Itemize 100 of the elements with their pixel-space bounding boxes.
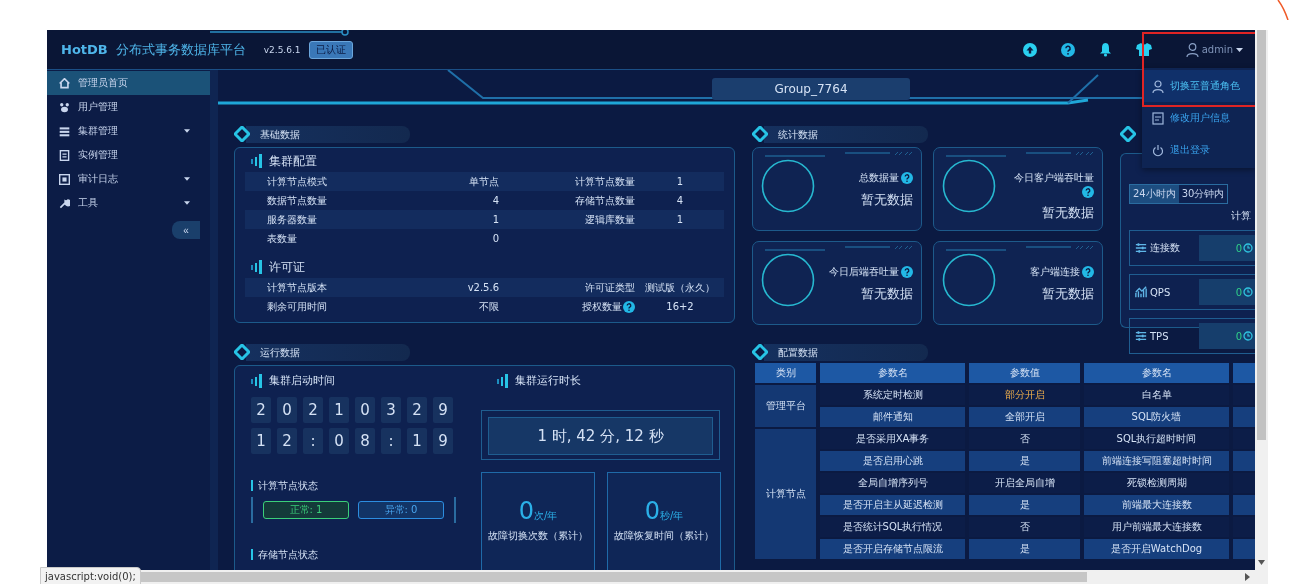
table-cell: 否 xyxy=(969,429,1080,449)
field-label: 数据节点数量 xyxy=(267,193,328,208)
table-cell: 是否启用心跳 xyxy=(820,451,965,471)
table-cell: 是否采用XA事务 xyxy=(820,429,965,449)
column-header: 参数名 xyxy=(1084,363,1229,383)
digit-tile: 9 xyxy=(433,397,453,423)
status-button[interactable]: 异常: 0 xyxy=(358,501,444,519)
sidebar-item[interactable]: 管理员首页 xyxy=(47,71,210,95)
field-label: 授权数量 xyxy=(582,299,622,314)
table-cell: 用户前端最大连接数 xyxy=(1084,517,1229,537)
help-icon[interactable] xyxy=(1060,42,1075,57)
sidebar-item[interactable]: 集群管理 xyxy=(47,119,210,143)
menu-item[interactable]: 退出登录 xyxy=(1142,134,1255,166)
menu-item[interactable]: 切换至普通角色 xyxy=(1142,70,1255,102)
diamond-icon xyxy=(234,344,250,360)
fault-unit: 次/年 xyxy=(533,510,558,523)
ring-icon xyxy=(942,253,996,307)
home-icon xyxy=(59,77,70,89)
user-icon xyxy=(1185,42,1199,57)
metric-label: TPS xyxy=(1150,330,1169,342)
digit-tile: : xyxy=(303,428,323,454)
field-value: 4 xyxy=(675,195,685,206)
column-header: 类别 xyxy=(755,363,816,383)
table-cell: 白名单 xyxy=(1084,385,1229,405)
table-cell: 是 xyxy=(969,539,1080,559)
sidebar-item[interactable]: 用户管理 xyxy=(47,95,210,119)
upload-icon[interactable] xyxy=(1022,42,1037,57)
field-value: 4 xyxy=(491,195,499,206)
tab[interactable]: 30分钟内 xyxy=(1178,185,1228,203)
field-label: 许可证类型 xyxy=(584,280,635,295)
field-value: 16+2 xyxy=(665,301,695,312)
fault-label: 故障恢复时间（累计） xyxy=(614,529,714,543)
digit-tile: 2 xyxy=(251,397,271,423)
section-title: 基础数据 xyxy=(246,125,410,143)
panel-heading: 集群启动时间 xyxy=(269,374,335,388)
stat-value: 暂无数据 xyxy=(861,191,913,209)
table-cell: 部分开启 xyxy=(969,385,1080,405)
stat-label: 客户端连接 xyxy=(1030,265,1080,279)
tab[interactable]: 24小时内 xyxy=(1130,185,1179,203)
diamond-icon xyxy=(752,344,768,360)
group-label: Group_7764 xyxy=(712,78,910,100)
bars-icon xyxy=(251,260,263,274)
digit-tile: 9 xyxy=(433,428,453,454)
sidebar-item[interactable]: 实例管理 xyxy=(47,143,210,167)
field-label: 表数量 xyxy=(267,231,298,246)
sidebar-item[interactable]: 工具 xyxy=(47,191,210,215)
table-cell: 是否开启WatchDog xyxy=(1084,539,1229,559)
ring-icon xyxy=(942,159,996,213)
table-cell: 死锁检测周期 xyxy=(1084,473,1229,493)
uptime-value: 1 时, 42 分, 12 秒 xyxy=(488,417,713,455)
status-button[interactable]: 正常: 1 xyxy=(263,501,349,519)
field-value: 1 xyxy=(675,176,685,187)
verified-badge: 已认证 xyxy=(308,40,353,59)
digit-tile: 2 xyxy=(303,397,323,423)
clock-icon xyxy=(1243,331,1253,341)
stat-label: 总数据量 xyxy=(859,171,899,185)
table-cell: 是 xyxy=(969,495,1080,515)
table-cell: 是否开启主从延迟检测 xyxy=(820,495,965,515)
help-icon xyxy=(623,300,635,313)
digit-tile: 0 xyxy=(355,397,375,423)
sliders-icon xyxy=(1135,330,1147,342)
clock-icon xyxy=(1243,287,1253,297)
menu-item[interactable]: 修改用户信息 xyxy=(1142,102,1255,134)
metric-value: 0 xyxy=(1235,330,1242,342)
stat-value: 暂无数据 xyxy=(1042,285,1094,303)
metric-label: 连接数 xyxy=(1150,241,1180,255)
table-cell: 前端最大连接数 xyxy=(1084,495,1229,515)
field-label: 计算节点模式 xyxy=(267,174,328,189)
panel-heading: 计算 xyxy=(1230,209,1252,223)
digit-tile: 2 xyxy=(277,428,297,454)
bars-icon xyxy=(251,154,263,168)
stat-label: 今日客户端吞吐量 xyxy=(1014,171,1094,185)
ring-icon xyxy=(761,253,815,307)
help-icon xyxy=(901,266,913,278)
chart-icon xyxy=(1135,286,1147,298)
table-cell: SQL执行超时时间 xyxy=(1084,429,1229,449)
bars-icon xyxy=(497,374,509,388)
help-icon xyxy=(901,172,913,184)
table-cell: 前端连接写阻塞超时时间 xyxy=(1084,451,1229,471)
metric-label: QPS xyxy=(1150,286,1171,298)
digit-tile: 1 xyxy=(251,428,271,454)
caret-icon xyxy=(1236,47,1243,52)
caret-icon xyxy=(184,177,190,181)
table-cell: 系统定时检测 xyxy=(820,385,965,405)
caret-icon xyxy=(184,201,190,205)
diamond-icon xyxy=(752,126,768,142)
shirt-icon[interactable] xyxy=(1135,43,1152,56)
bell-icon[interactable] xyxy=(1098,42,1112,57)
digit-tile: 0 xyxy=(329,428,349,454)
sidebar-item[interactable]: 审计日志 xyxy=(47,167,210,191)
table-cell: 是否开启存储节点限流 xyxy=(820,539,965,559)
user-menu-button[interactable]: admin xyxy=(1185,42,1243,57)
digit-tile: 3 xyxy=(381,397,401,423)
section-title: 配置数据 xyxy=(764,343,928,361)
clock-icon xyxy=(1243,243,1253,253)
table-cell: 否 xyxy=(969,517,1080,537)
field-value: 0 xyxy=(491,233,499,244)
diamond-icon xyxy=(1120,126,1136,142)
diamond-icon xyxy=(234,126,250,142)
collapse-button[interactable]: « xyxy=(172,221,200,239)
